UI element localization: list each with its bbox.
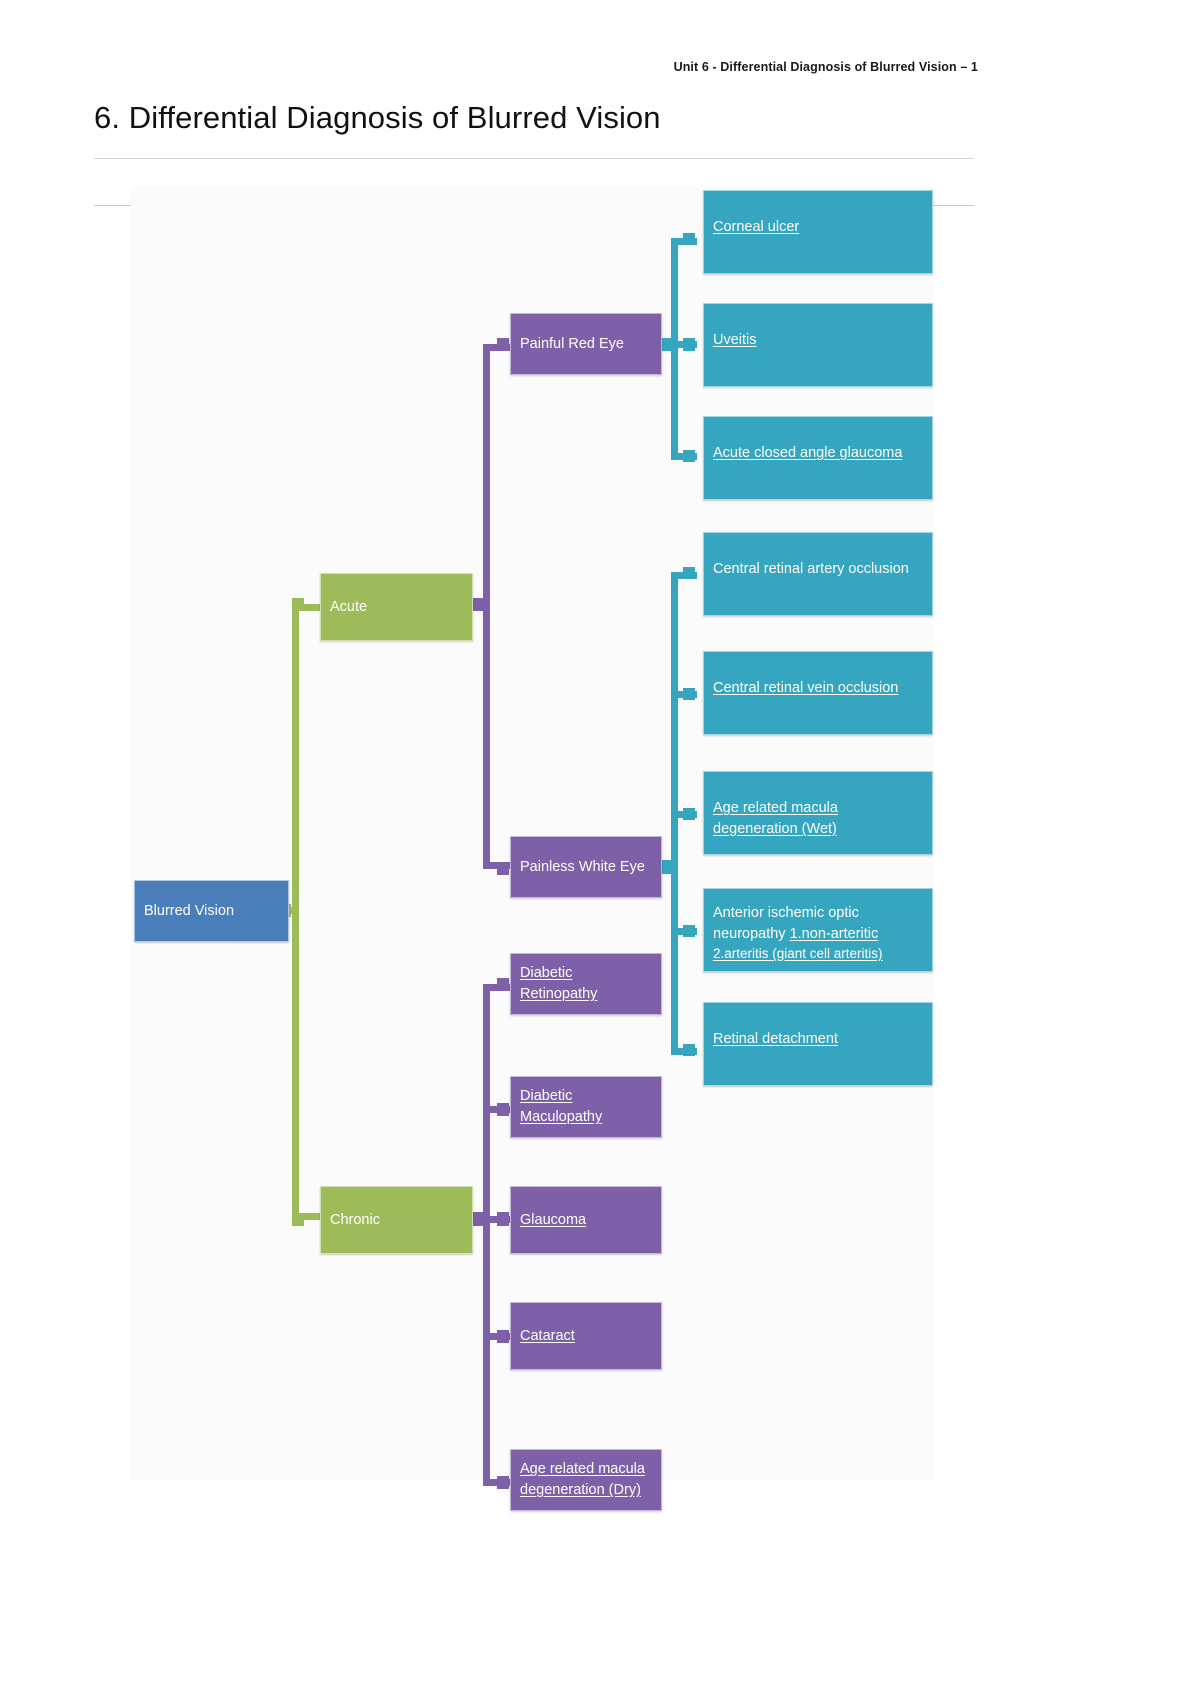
connector-cap-crvo — [683, 688, 695, 700]
node-label: Retinal detachment — [713, 1031, 838, 1047]
title-divider — [94, 158, 974, 159]
node-diabetic-retinopathy[interactable]: Diabetic Retinopathy — [510, 953, 662, 1015]
node-central-retinal-artery-occlusion[interactable]: Central retinal artery occlusion — [703, 532, 933, 616]
node-label: Diabetic Retinopathy — [520, 965, 598, 1002]
connector-cap-painless-white-eye — [497, 862, 509, 875]
connector-painful-red-eye-spine — [671, 238, 678, 460]
connector-cap-corneal-ulcer — [683, 233, 695, 245]
connector-cap-aion — [683, 925, 695, 937]
connector-cap-diabetic-maculopathy — [497, 1103, 509, 1116]
node-label: Uveitis — [713, 332, 757, 348]
node-central-retinal-vein-occlusion[interactable]: Central retinal vein occlusion — [703, 651, 933, 735]
connector-chronic-spine — [483, 984, 490, 1486]
node-blurred-vision[interactable]: Blurred Vision — [134, 880, 289, 942]
connector-cap-crao — [683, 567, 695, 579]
connector-cap-cataract — [497, 1330, 509, 1343]
node-acute-closed-angle-glaucoma[interactable]: Acute closed angle glaucoma — [703, 416, 933, 500]
connector-cap-retinal-detachment — [683, 1044, 695, 1056]
node-label-line1: Anterior ischemic optic — [713, 905, 859, 921]
node-label: Chronic — [330, 1211, 380, 1228]
node-corneal-ulcer[interactable]: Corneal ulcer — [703, 190, 933, 274]
node-label: Cataract — [520, 1327, 575, 1344]
connector-cap-uveitis — [683, 338, 695, 351]
node-label: Age related macula degeneration (Dry) — [520, 1461, 645, 1498]
blurred-vision-tree-diagram: Blurred Vision Acute Chronic Painful Red… — [131, 186, 933, 1511]
node-chronic[interactable]: Chronic — [320, 1186, 473, 1254]
connector-cap-painful-red-eye — [497, 338, 509, 351]
diagram-rule-left — [94, 205, 134, 206]
running-head: Unit 6 - Differential Diagnosis of Blurr… — [673, 60, 978, 74]
connector-cap-armd-dry — [497, 1476, 509, 1489]
node-cataract[interactable]: Cataract — [510, 1302, 662, 1370]
node-armd-wet[interactable]: Age related macula degeneration (Wet) — [703, 771, 933, 855]
node-painless-white-eye[interactable]: Painless White Eye — [510, 836, 662, 898]
node-label: Age related macula degeneration (Wet) — [713, 800, 838, 837]
connector-cap-acute-out — [472, 598, 483, 611]
node-retinal-detachment[interactable]: Retinal detachment — [703, 1002, 933, 1086]
node-uveitis[interactable]: Uveitis — [703, 303, 933, 387]
node-anterior-ischemic-optic-neuropathy[interactable]: Anterior ischemic optic neuropathy 1.non… — [703, 888, 933, 972]
node-label: Painless White Eye — [520, 858, 645, 875]
connector-cap-diabetic-retinopathy — [497, 978, 509, 991]
node-label: Central retinal vein occlusion — [713, 680, 899, 696]
node-label: Acute — [330, 598, 368, 615]
node-diabetic-maculopathy[interactable]: Diabetic Maculopathy — [510, 1076, 662, 1138]
connector-cap-acute — [292, 598, 304, 611]
node-acute[interactable]: Acute — [320, 573, 473, 641]
node-label: Acute closed angle glaucoma — [713, 445, 903, 461]
node-painful-red-eye[interactable]: Painful Red Eye — [510, 313, 662, 375]
node-label-line3: 2.arteritis (giant cell arteritis) — [713, 946, 883, 962]
node-label: Blurred Vision — [144, 902, 235, 919]
node-label: Painful Red Eye — [520, 335, 624, 352]
page-title: 6. Differential Diagnosis of Blurred Vis… — [94, 100, 661, 135]
node-label: Corneal ulcer — [713, 219, 800, 235]
node-label-line2-plain: neuropathy — [713, 925, 790, 942]
connector-cap-chronic — [292, 1213, 304, 1226]
node-label: Diabetic Maculopathy — [520, 1088, 603, 1125]
connector-cap-chronic-out — [472, 1212, 483, 1226]
connector-cap-glaucoma — [497, 1212, 509, 1226]
node-glaucoma[interactable]: Glaucoma — [510, 1186, 662, 1254]
node-label: Central retinal artery occlusion — [713, 561, 909, 577]
connector-cap-acute-closed-angle-glaucoma — [683, 450, 695, 462]
connector-cap-armd-wet — [683, 808, 695, 820]
diagram-rule-right — [932, 205, 974, 206]
node-label-line2-underlined: 1.non-arteritic — [789, 925, 879, 942]
node-armd-dry[interactable]: Age related macula degeneration (Dry) — [510, 1449, 662, 1511]
node-label: Glaucoma — [520, 1211, 587, 1228]
